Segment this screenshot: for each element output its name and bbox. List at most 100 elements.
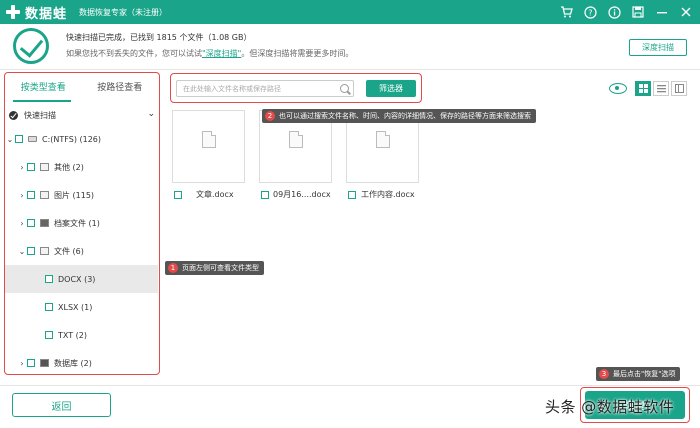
tree-item-c-drive[interactable]: ⌄ C:(NTFS) (126) — [5, 125, 158, 153]
checkbox[interactable] — [45, 275, 53, 283]
tree-item-label: 数据库 (2) — [54, 358, 92, 368]
plus-logo-icon — [6, 5, 20, 19]
chevron-down-icon[interactable]: ⌄ — [17, 247, 27, 256]
tree-item-label: DOCX (3) — [58, 274, 96, 284]
checked-circle-icon — [9, 110, 18, 120]
step-badge: 3 — [599, 369, 609, 379]
cart-icon[interactable] — [558, 4, 574, 20]
list-view-icon[interactable] — [653, 81, 669, 96]
deep-scan-hint: 如果您找不到丢失的文件，您可以试试"深度扫描"。但深度扫描将需要更多时间。 — [66, 48, 353, 59]
chevron-right-icon[interactable]: › — [17, 359, 27, 368]
tree-item-label: TXT (2) — [58, 330, 87, 340]
tab-by-type[interactable]: 按类型查看 — [5, 73, 82, 103]
detail-view-icon[interactable] — [671, 81, 687, 96]
checkbox[interactable] — [45, 331, 53, 339]
app-name: 数据蛙 — [25, 6, 68, 22]
step-badge: 2 — [265, 111, 275, 121]
checkbox[interactable] — [174, 190, 182, 199]
hint-suffix: 。但深度扫描将需要更多时间。 — [241, 49, 354, 58]
image-icon — [40, 191, 49, 199]
file-thumbnail[interactable] — [172, 110, 245, 183]
active-tab-indicator — [13, 100, 71, 102]
file-name: 工作内容.docx — [361, 190, 415, 199]
tab-by-path[interactable]: 按路径查看 — [82, 73, 159, 103]
tip-text: 也可以通过搜索文件名称、时间、内容的详细情况、保存的路径等方面来筛选搜索 — [279, 112, 531, 120]
document-icon — [202, 131, 216, 148]
checkbox[interactable] — [27, 191, 35, 199]
search-toolbar: 在此处输入文件名称或保存路径 筛选器 — [170, 73, 422, 103]
save-icon[interactable] — [630, 4, 646, 20]
tree-item-images[interactable]: › 图片 (115) — [5, 181, 158, 209]
grid-view-icon[interactable] — [635, 81, 651, 96]
app-subtitle: 数据恢复专家（未注册） — [79, 7, 168, 17]
back-button[interactable]: 返回 — [12, 393, 111, 417]
tip-recover: 3 最后点击"恢复"选项 — [596, 367, 681, 381]
chevron-down-icon[interactable]: ⌄ — [147, 109, 155, 119]
quick-scan-row[interactable]: 快速扫描 ⌄ — [9, 107, 157, 123]
database-icon — [40, 359, 49, 367]
tip-search: 2 也可以通过搜索文件名称、时间、内容的详细情况、保存的路径等方面来筛选搜索 — [262, 109, 536, 123]
search-input[interactable]: 在此处输入文件名称或保存路径 — [176, 80, 354, 97]
scan-status-text: 快速扫描已完成，已找到 1815 个文件（1.08 GB） — [66, 33, 252, 42]
tree-item-other[interactable]: › 其他 (2) — [5, 153, 158, 181]
tree-item-label: 文件 (6) — [54, 246, 84, 256]
checkbox[interactable] — [27, 163, 35, 171]
file-type-sidebar: 按类型查看 按路径查看 快速扫描 ⌄ ⌄ C:(NTFS) (126) › 其他… — [4, 72, 160, 375]
watermark-text: 头条 @数据蛙软件 — [545, 398, 675, 416]
checkbox[interactable] — [27, 359, 35, 367]
chevron-right-icon[interactable]: › — [17, 191, 27, 200]
minimize-icon[interactable] — [654, 4, 670, 20]
sidebar-tabs: 按类型查看 按路径查看 — [5, 73, 158, 103]
chevron-down-icon[interactable]: ⌄ — [5, 135, 15, 144]
tip-file-type: 1 页面左侧可查看文件类型 — [165, 261, 264, 275]
search-icon[interactable] — [340, 84, 349, 93]
tree-item-label: C:(NTFS) (126) — [42, 134, 101, 144]
tip-text: 最后点击"恢复"选项 — [613, 370, 676, 378]
checkbox[interactable] — [45, 303, 53, 311]
tree-item-documents[interactable]: ⌄ 文件 (6) — [5, 237, 158, 265]
file-item[interactable]: 文章.docx — [174, 189, 234, 200]
tree-item-xlsx[interactable]: XLSX (1) — [5, 293, 158, 321]
chevron-right-icon[interactable]: › — [17, 219, 27, 228]
file-item[interactable]: 工作内容.docx — [348, 189, 415, 200]
tree-item-docx[interactable]: DOCX (3) — [5, 265, 158, 293]
tree-item-label: 图片 (115) — [54, 190, 95, 200]
filter-button[interactable]: 筛选器 — [366, 80, 416, 97]
file-name: 文章.docx — [196, 190, 234, 199]
tree-item-label: 其他 (2) — [54, 162, 84, 172]
folder-icon — [40, 163, 49, 171]
chevron-right-icon[interactable]: › — [17, 163, 27, 172]
view-switcher — [609, 81, 687, 96]
help-icon[interactable]: ? — [582, 4, 598, 20]
step-badge: 1 — [168, 263, 178, 273]
eye-icon[interactable] — [609, 83, 627, 94]
document-icon — [376, 131, 390, 148]
quick-scan-label: 快速扫描 — [24, 110, 56, 120]
deep-scan-link[interactable]: "深度扫描" — [202, 49, 241, 58]
tip-text: 页面左侧可查看文件类型 — [182, 264, 259, 272]
checkbox[interactable] — [348, 190, 356, 199]
document-icon — [289, 131, 303, 148]
document-icon — [40, 247, 49, 255]
tree-item-database[interactable]: › 数据库 (2) — [5, 349, 158, 377]
check-circle-icon — [13, 28, 49, 64]
checkbox[interactable] — [15, 135, 23, 143]
checkbox[interactable] — [261, 190, 269, 199]
info-icon[interactable] — [606, 4, 622, 20]
window-controls: ? — [558, 4, 694, 20]
title-bar: 数据蛙 数据恢复专家（未注册） ? — [0, 0, 700, 24]
scan-result-header: 快速扫描已完成，已找到 1815 个文件（1.08 GB） 如果您找不到丢失的文… — [0, 24, 700, 70]
tree-item-txt[interactable]: TXT (2) — [5, 321, 158, 349]
deep-scan-button[interactable]: 深度扫描 — [629, 39, 687, 56]
svg-text:?: ? — [588, 8, 592, 17]
search-placeholder: 在此处输入文件名称或保存路径 — [183, 85, 281, 93]
checkbox[interactable] — [27, 247, 35, 255]
checkbox[interactable] — [27, 219, 35, 227]
tree-item-archives[interactable]: › 档案文件 (1) — [5, 209, 158, 237]
tree-item-label: XLSX (1) — [58, 302, 93, 312]
file-name: 09月16....docx — [273, 190, 331, 199]
hint-prefix: 如果您找不到丢失的文件，您可以试试 — [66, 49, 202, 58]
archive-icon — [40, 219, 49, 227]
file-item[interactable]: 09月16....docx — [261, 189, 331, 200]
close-icon[interactable] — [678, 4, 694, 20]
